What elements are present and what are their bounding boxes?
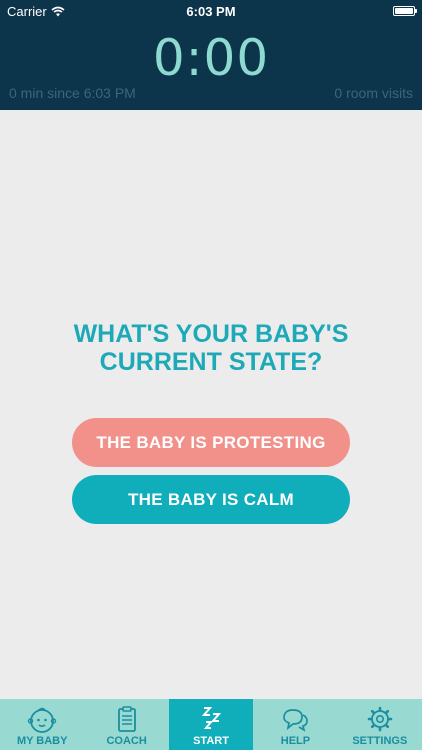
status-bar: Carrier 6:03 PM [0,0,422,22]
tab-start[interactable]: START [168,699,254,750]
baby-protesting-label: THE BABY IS PROTESTING [96,432,326,452]
tab-label: COACH [106,735,147,747]
tab-bar: MY BABY COACH START HELP SETTINGS [0,699,422,750]
baby-calm-label: THE BABY IS CALM [128,489,294,509]
sleep-zzz-icon [201,707,222,729]
status-clock: 6:03 PM [186,4,236,19]
tab-my-baby[interactable]: MY BABY [0,699,84,750]
header: Carrier 6:03 PM 0:00 0 min since 6:03 PM… [0,0,422,110]
tab-help[interactable]: HELP [253,699,337,750]
elapsed-timer: 0:00 [152,29,270,87]
minutes-since-label: 0 min since 6:03 PM [9,85,136,101]
baby-calm-button[interactable]: THE BABY IS CALM [72,475,350,524]
baby-state-question: WHAT'S YOUR BABY'S CURRENT STATE? [73,320,349,376]
gear-icon [367,706,393,732]
tab-label: MY BABY [16,735,68,747]
speech-bubbles-icon [283,709,309,732]
tab-coach[interactable]: COACH [84,699,168,750]
battery-icon [393,6,417,16]
tab-settings[interactable]: SETTINGS [338,699,422,750]
clipboard-icon [117,706,136,732]
baby-protesting-button[interactable]: THE BABY IS PROTESTING [72,418,350,467]
baby-face-icon [28,707,57,733]
room-visits-label: 0 room visits [334,85,413,101]
tab-label: HELP [280,735,311,747]
tab-label: SETTINGS [352,735,408,747]
tab-label: START [193,735,229,747]
